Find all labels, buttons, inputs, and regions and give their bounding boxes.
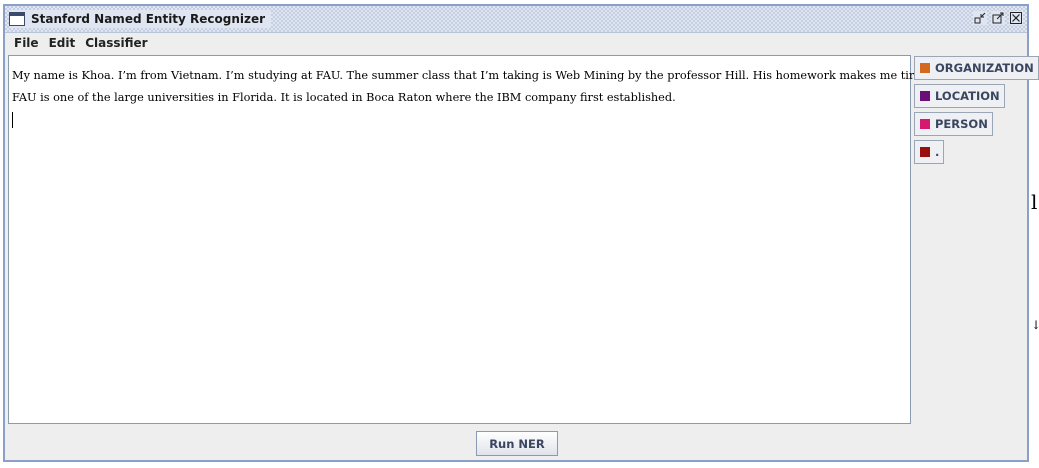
legend-label: PERSON: [935, 117, 988, 131]
ner-window: Stanford Named Entity Recognizer File Ed…: [3, 4, 1039, 462]
close-button[interactable]: [1009, 11, 1023, 25]
title-group: Stanford Named Entity Recognizer: [9, 10, 272, 28]
menu-bar: File Edit Classifier: [5, 33, 1027, 53]
location-color-swatch: [920, 91, 930, 101]
app-window-icon: [9, 12, 25, 26]
legend-organization-button[interactable]: ORGANIZATION: [914, 56, 1039, 80]
text-cursor: [12, 112, 13, 128]
person-color-swatch: [920, 119, 930, 129]
text-line: FAU is one of the large universities in …: [12, 91, 676, 104]
window-title: Stanford Named Entity Recognizer: [31, 12, 266, 26]
legend-label: ORGANIZATION: [935, 61, 1034, 75]
close-icon: [1010, 12, 1022, 24]
legend-person-button[interactable]: PERSON: [914, 112, 993, 136]
edge-glyph: ↓: [1031, 318, 1039, 332]
menu-edit[interactable]: Edit: [44, 36, 81, 50]
minimize-button[interactable]: [973, 11, 987, 25]
title-bar[interactable]: Stanford Named Entity Recognizer: [5, 6, 1027, 33]
text-input-area[interactable]: My name is Khoa. I’m from Vietnam. I’m s…: [8, 55, 932, 424]
legend-location-button[interactable]: LOCATION: [914, 84, 1005, 108]
legend-other-button[interactable]: .: [914, 140, 945, 164]
menu-classifier[interactable]: Classifier: [80, 36, 152, 50]
other-color-swatch: [920, 147, 930, 157]
run-ner-button[interactable]: Run NER: [476, 431, 558, 456]
text-line: My name is Khoa. I’m from Vietnam. I’m s…: [12, 69, 932, 82]
edge-glyph: l: [1031, 190, 1038, 214]
organization-color-swatch: [920, 63, 930, 73]
maximize-icon: [992, 12, 1004, 24]
menu-file[interactable]: File: [9, 36, 44, 50]
legend-label: .: [935, 145, 940, 159]
minimize-icon: [974, 12, 986, 24]
entity-legend: ORGANIZATION LOCATION PERSON .: [914, 56, 1039, 168]
maximize-button[interactable]: [991, 11, 1005, 25]
window-controls: [973, 11, 1023, 25]
legend-label: LOCATION: [935, 89, 1000, 103]
